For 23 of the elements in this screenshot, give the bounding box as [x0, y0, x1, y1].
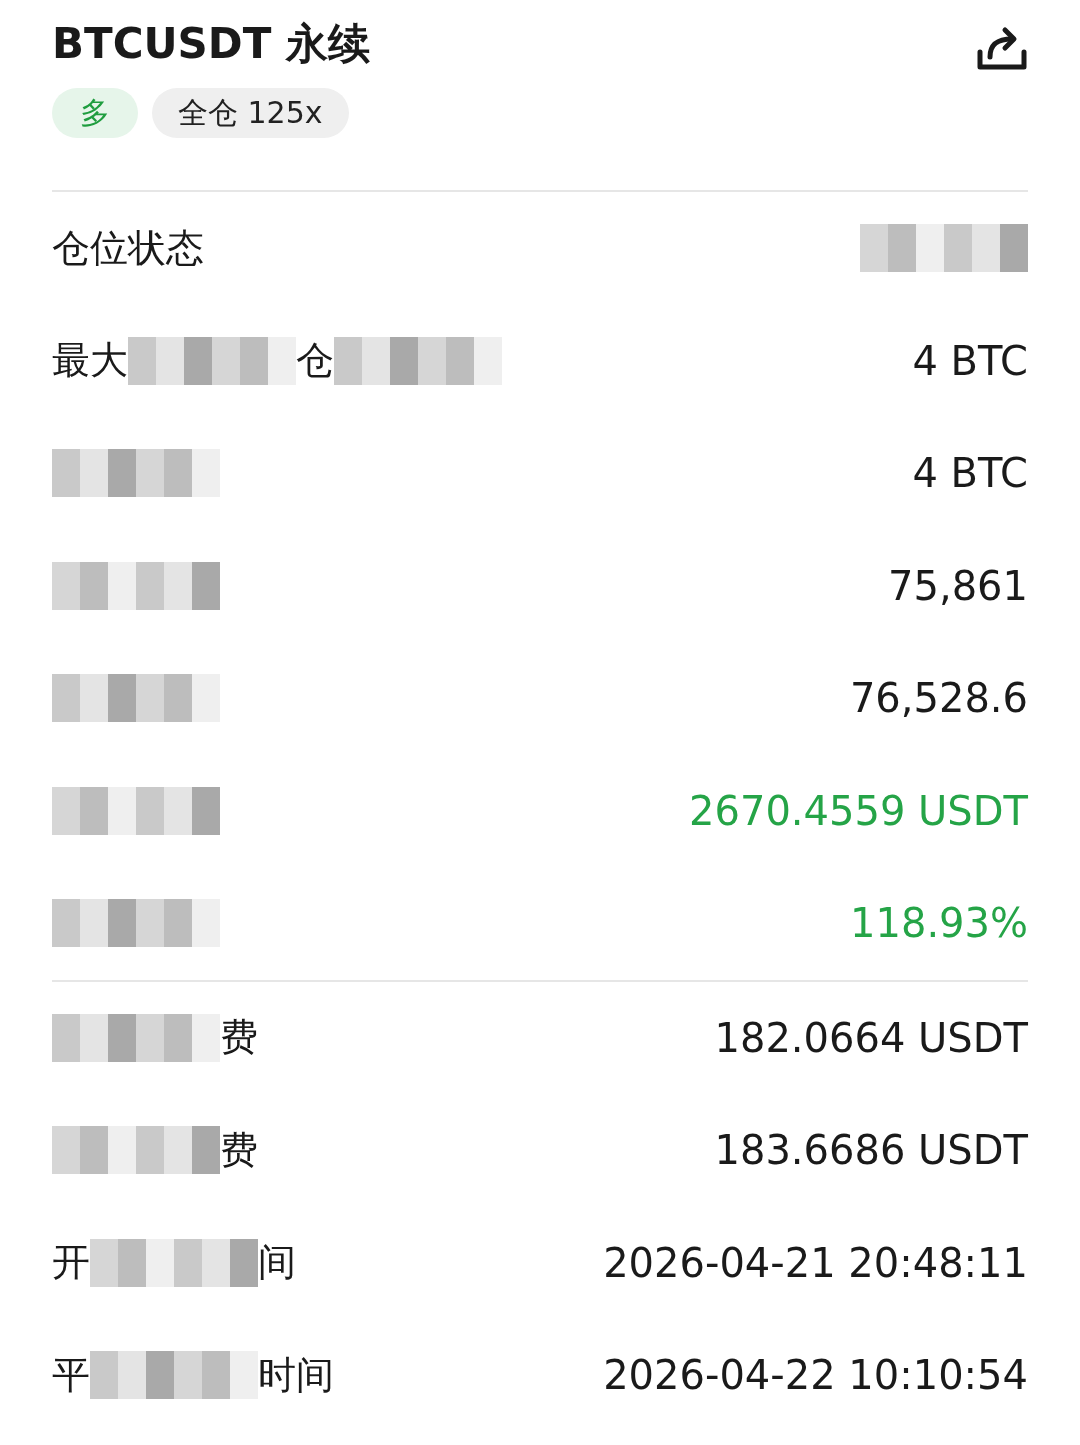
field-label: 平	[52, 1351, 90, 1399]
share-icon[interactable]	[976, 24, 1028, 72]
field-value: 76,528.6	[849, 675, 1028, 722]
field-value: 2026-04-22 10:10:54	[603, 1352, 1028, 1399]
field-value: 4 BTC	[912, 337, 1028, 384]
field-value: 118.93%	[850, 900, 1028, 947]
field-value: 4 BTC	[912, 450, 1028, 497]
side-badge: 多	[52, 88, 138, 138]
margin-mode-badge: 全仓 125x	[152, 88, 349, 138]
field-label: 费	[220, 1014, 258, 1062]
field-label: 开	[52, 1239, 90, 1287]
field-label: 仓	[296, 337, 334, 385]
field-label: 间	[258, 1239, 296, 1287]
contract-title: BTCUSDT 永续	[52, 18, 370, 70]
field-value: 182.0664 USDT	[714, 1014, 1028, 1061]
field-label: 最大	[52, 337, 128, 385]
field-label: 时间	[258, 1351, 334, 1399]
field-label: 仓位状态	[52, 224, 204, 272]
field-value: 183.6686 USDT	[714, 1127, 1028, 1174]
field-value: 2670.4559 USDT	[689, 787, 1028, 834]
field-value: 75,861	[888, 562, 1028, 609]
field-value: 2026-04-21 20:48:11	[603, 1239, 1028, 1286]
field-label: 费	[220, 1126, 258, 1174]
